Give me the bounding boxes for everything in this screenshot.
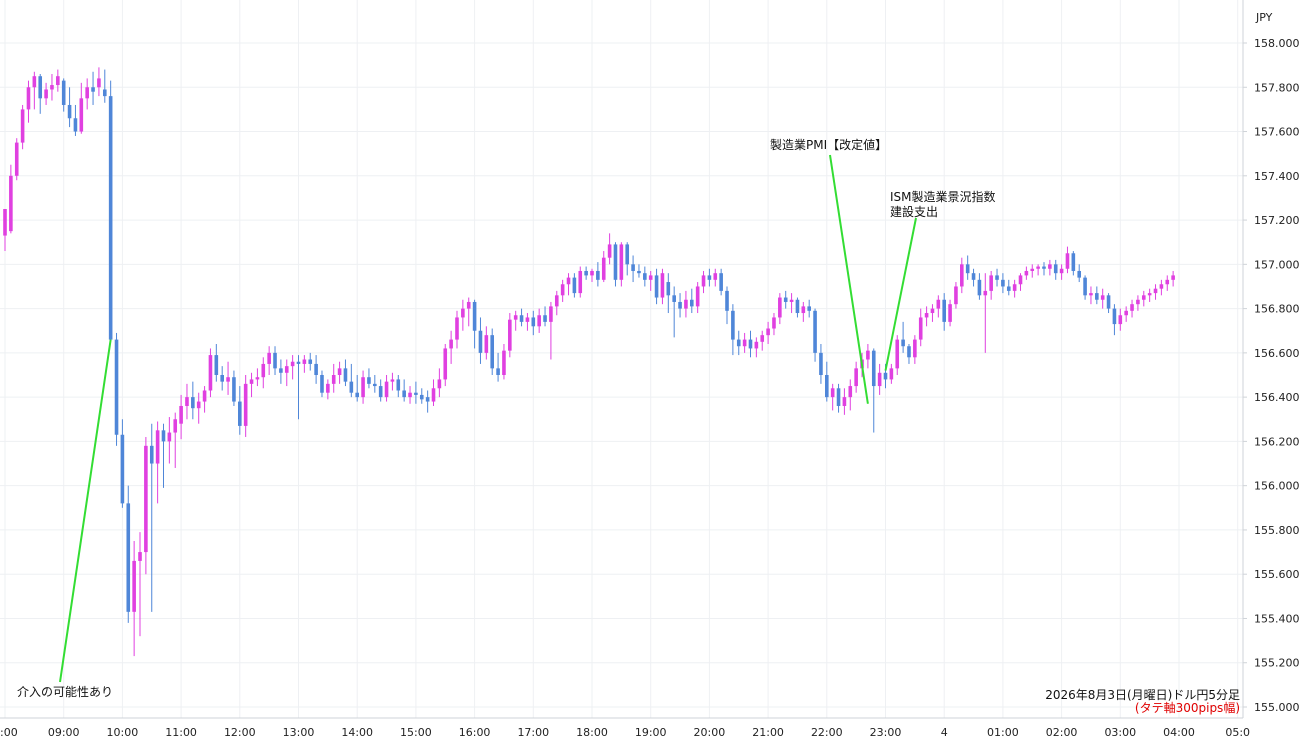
x-tick-label: 04:00 bbox=[1163, 726, 1195, 739]
y-tick-label: 156.200 bbox=[1254, 435, 1300, 448]
x-tick-label: 02:00 bbox=[1046, 726, 1078, 739]
y-tick-label: 156.600 bbox=[1254, 347, 1300, 360]
x-tick-label: 16:00 bbox=[459, 726, 491, 739]
x-tick-label: 4 bbox=[941, 726, 948, 739]
currency-label: JPY bbox=[1255, 11, 1273, 24]
y-tick-label: 157.200 bbox=[1254, 214, 1300, 227]
annotation-intervention: 介入の可能性あり bbox=[17, 685, 113, 699]
y-tick-label: 155.800 bbox=[1254, 524, 1300, 537]
annotation-construction: 建設支出 bbox=[890, 204, 938, 219]
x-tick-label: 01:00 bbox=[987, 726, 1019, 739]
candle bbox=[126, 485, 131, 623]
x-tick-label: 23:00 bbox=[870, 726, 902, 739]
candle bbox=[613, 242, 618, 287]
candle bbox=[108, 80, 113, 342]
x-tick-label: 13:00 bbox=[283, 726, 315, 739]
candle bbox=[508, 313, 512, 358]
y-tick-label: 155.000 bbox=[1254, 701, 1300, 714]
x-tick-label: 12:00 bbox=[224, 726, 256, 739]
y-tick-label: 157.600 bbox=[1254, 126, 1300, 139]
x-tick-label: 14:00 bbox=[341, 726, 373, 739]
y-tick-label: 155.600 bbox=[1254, 568, 1300, 581]
candle bbox=[20, 104, 25, 150]
x-tick-label: 05:0 bbox=[1225, 726, 1250, 739]
candle bbox=[114, 332, 119, 446]
candle bbox=[14, 138, 19, 181]
y-tick-label: 156.000 bbox=[1254, 480, 1300, 493]
annotation-ism: ISM製造業景況指数 bbox=[890, 189, 996, 204]
x-tick-label: 17:00 bbox=[517, 726, 549, 739]
x-tick-label: 03:00 bbox=[1104, 726, 1136, 739]
axis-range-note: (タテ軸300pips幅) bbox=[1135, 700, 1240, 715]
candle bbox=[619, 242, 624, 287]
annotation-pmi: 製造業PMI【改定値】 bbox=[770, 137, 887, 152]
x-tick-label: 20:00 bbox=[694, 726, 726, 739]
x-tick-label: 11:00 bbox=[165, 726, 197, 739]
y-tick-label: 158.000 bbox=[1254, 37, 1300, 50]
candle bbox=[490, 328, 495, 375]
candlestick-chart: JPY 158.000 157.800 157.600 157.400 157.200 1… bbox=[0, 0, 1300, 745]
chart-caption: 2026年8月3日(月曜日)ドル円5分足 bbox=[1045, 688, 1240, 702]
x-tick-label: :00 bbox=[0, 726, 18, 739]
x-tick-label: 09:00 bbox=[48, 726, 80, 739]
x-tick-label: 15:00 bbox=[400, 726, 432, 739]
x-tick-label: 22:00 bbox=[811, 726, 843, 739]
candle bbox=[208, 348, 213, 398]
y-tick-label: 157.400 bbox=[1254, 170, 1300, 183]
y-tick-label: 157.000 bbox=[1254, 258, 1300, 271]
y-tick-label: 155.400 bbox=[1254, 612, 1300, 625]
candle bbox=[578, 266, 583, 298]
y-tick-label: 156.800 bbox=[1254, 303, 1300, 316]
x-tick-label: 18:00 bbox=[576, 726, 608, 739]
y-tick-label: 155.200 bbox=[1254, 657, 1300, 670]
x-tick-label: 10:00 bbox=[107, 726, 139, 739]
y-tick-label: 157.800 bbox=[1254, 81, 1300, 94]
x-tick-label: 21:00 bbox=[752, 726, 784, 739]
y-tick-label: 156.400 bbox=[1254, 391, 1300, 404]
x-tick-label: 19:00 bbox=[635, 726, 667, 739]
